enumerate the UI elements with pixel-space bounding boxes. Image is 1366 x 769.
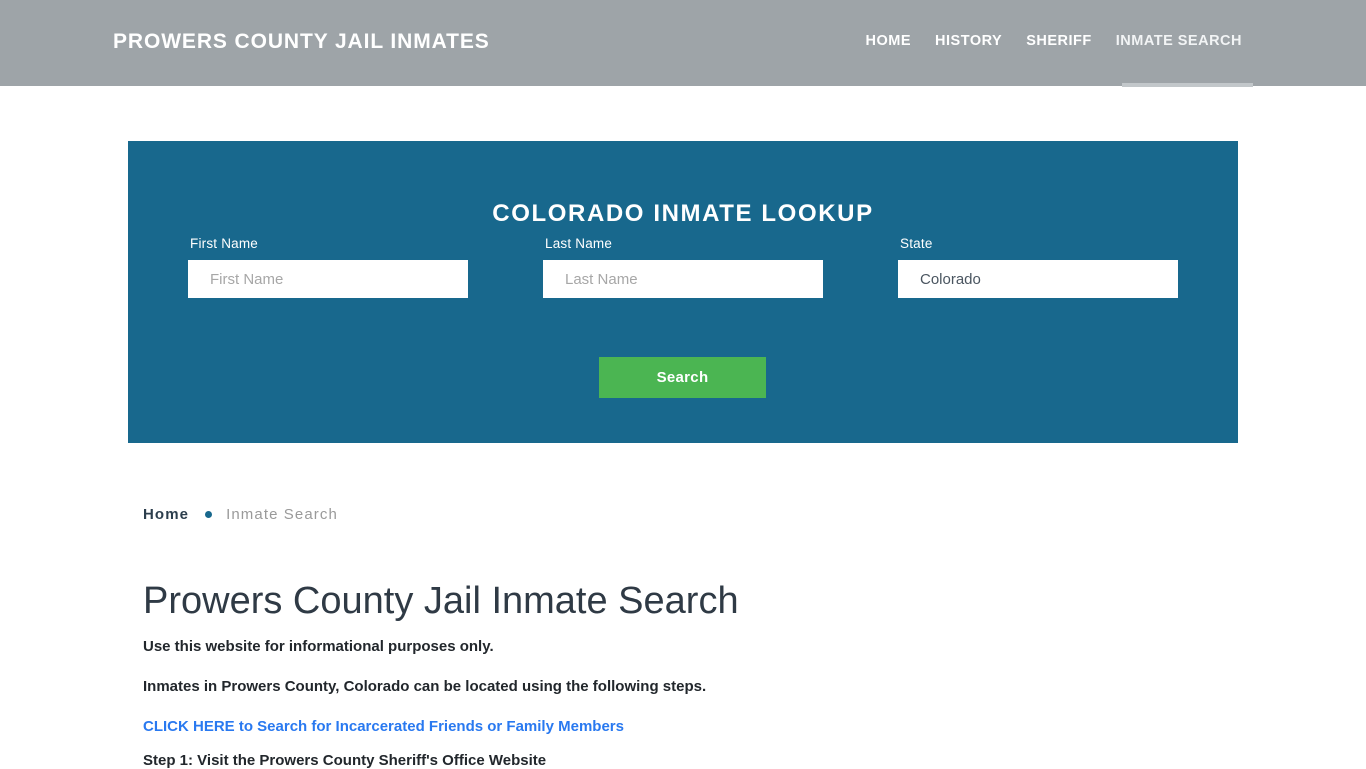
step-1-text: Step 1: Visit the Prowers County Sheriff… — [143, 752, 547, 769]
last-name-field-group: Last Name — [543, 236, 823, 298]
nav-item-history[interactable]: HISTORY — [923, 33, 1014, 49]
nav-item-inmate-search[interactable]: INMATE SEARCH — [1104, 33, 1254, 49]
site-header: Prowers County Jail Inmates HOME HISTORY… — [0, 0, 1366, 87]
state-field-group: State — [898, 236, 1178, 298]
state-input[interactable] — [898, 260, 1178, 298]
last-name-label: Last Name — [545, 236, 613, 251]
breadcrumb-separator-dot-icon — [205, 511, 213, 518]
search-button[interactable]: Search — [599, 357, 766, 398]
first-name-label: First Name — [190, 236, 259, 251]
page-title: Prowers County Jail Inmate Search — [143, 580, 739, 622]
inmate-search-cta-link[interactable]: CLICK HERE to Search for Incarcerated Fr… — [143, 718, 624, 735]
inmate-lookup-panel: COLORADO INMATE LOOKUP First Name Last N… — [128, 141, 1238, 443]
breadcrumb-home-link[interactable]: Home — [143, 506, 189, 523]
site-brand-title[interactable]: Prowers County Jail Inmates — [113, 30, 490, 54]
nav-item-home[interactable]: HOME — [854, 33, 924, 49]
first-name-input[interactable] — [188, 260, 468, 298]
main-navigation: HOME HISTORY SHERIFF INMATE SEARCH — [854, 33, 1254, 49]
first-name-field-group: First Name — [188, 236, 468, 298]
last-name-input[interactable] — [543, 260, 823, 298]
state-label: State — [900, 236, 933, 251]
nav-item-sheriff[interactable]: SHERIFF — [1014, 33, 1104, 49]
intro-paragraph-disclaimer: Use this website for informational purpo… — [143, 638, 494, 655]
breadcrumb: Home Inmate Search — [143, 506, 338, 523]
intro-paragraph-steps: Inmates in Prowers County, Colorado can … — [143, 678, 707, 695]
breadcrumb-current-page: Inmate Search — [226, 506, 338, 523]
active-nav-indicator — [1122, 83, 1253, 87]
lookup-panel-title: COLORADO INMATE LOOKUP — [492, 199, 874, 227]
